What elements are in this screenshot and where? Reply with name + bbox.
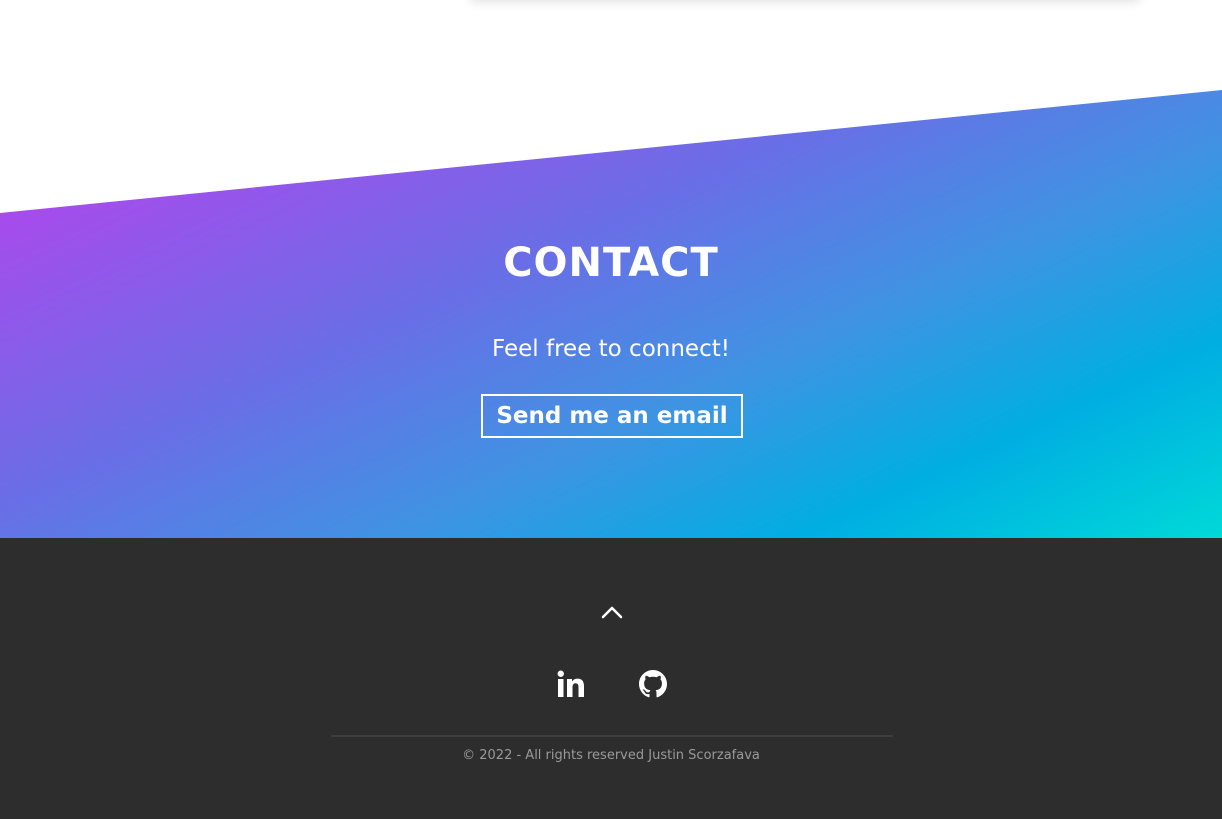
linkedin-icon: [557, 670, 584, 697]
page: CONTACT Feel free to connect! Send me an…: [0, 0, 1222, 819]
send-email-button[interactable]: Send me an email: [481, 394, 743, 438]
copyright-text: © 2022 - All rights reserved Justin Scor…: [462, 748, 760, 763]
footer-divider: [331, 735, 893, 737]
github-link[interactable]: [637, 668, 669, 700]
github-icon: [639, 670, 667, 698]
contact-title: CONTACT: [503, 240, 719, 286]
contact-subtitle: Feel free to connect!: [492, 336, 730, 362]
footer: © 2022 - All rights reserved Justin Scor…: [0, 538, 1222, 819]
chevron-up-icon: [601, 606, 623, 619]
back-to-top-button[interactable]: [598, 598, 626, 626]
linkedin-link[interactable]: [555, 668, 587, 700]
